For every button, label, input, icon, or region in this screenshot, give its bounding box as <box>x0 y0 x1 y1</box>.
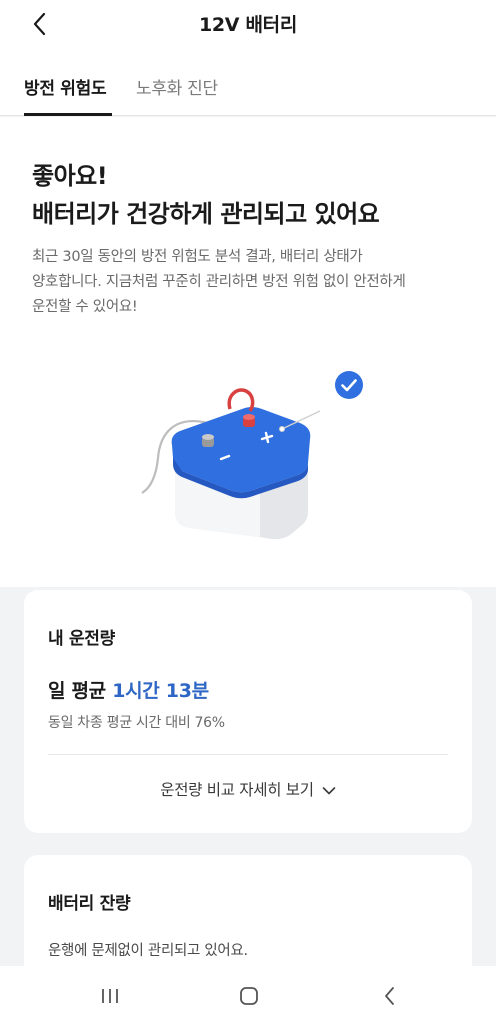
system-navigation-bar <box>0 966 496 1024</box>
result-description: 최근 30일 동안의 방전 위험도 분석 결과, 배터리 상태가 양호합니다. … <box>32 245 472 320</box>
top-bar: 12V 배터리 <box>0 0 496 48</box>
battery-card-title: 배터리 잔량 <box>48 894 131 914</box>
tab-aging-diagnosis[interactable]: 노후화 진단 <box>136 74 218 99</box>
check-circle-icon <box>335 371 363 399</box>
daily-average: 일 평균 1시간 13분 <box>48 676 209 703</box>
driving-amount-card: 내 운전량 일 평균 1시간 13분 동일 차종 평균 시간 대비 76% 운전… <box>24 590 472 833</box>
headline-line-1: 좋아요! <box>32 162 108 190</box>
chevron-down-icon <box>322 786 336 794</box>
card-divider <box>48 754 448 755</box>
recent-apps-icon <box>102 989 118 1003</box>
description-line-1: 최근 30일 동안의 방전 위험도 분석 결과, 배터리 상태가 <box>32 249 363 265</box>
driving-comparison-detail-button[interactable]: 운전량 비교 자세히 보기 <box>24 778 472 800</box>
tab-bar: 방전 위험도 노후화 진단 <box>0 48 496 116</box>
result-headline: 좋아요! 배터리가 건강하게 관리되고 있어요 <box>32 157 380 233</box>
result-section: 좋아요! 배터리가 건강하게 관리되고 있어요 최근 30일 동안의 방전 위험… <box>0 117 496 587</box>
home-button[interactable] <box>229 982 269 1010</box>
system-back-button[interactable] <box>369 982 409 1010</box>
description-line-3: 운전할 수 있어요! <box>32 299 138 315</box>
home-icon <box>240 987 258 1005</box>
average-comparison: 동일 차종 평균 시간 대비 76% <box>48 715 225 731</box>
battery-status-text: 운행에 문제없이 관리되고 있어요. <box>48 943 248 959</box>
page-title: 12V 배터리 <box>198 14 298 36</box>
daily-average-value: 1시간 13분 <box>112 680 209 702</box>
detail-button-label: 운전량 비교 자세히 보기 <box>160 781 314 799</box>
tab-discharge-risk[interactable]: 방전 위험도 <box>24 74 107 99</box>
active-tab-indicator <box>24 113 112 116</box>
back-arrow-icon <box>385 987 394 1005</box>
driving-card-title: 내 운전량 <box>48 629 115 649</box>
recent-apps-button[interactable] <box>90 982 130 1010</box>
description-line-2: 양호합니다. 지금처럼 꾸준히 관리하면 방전 위험 없이 안전하게 <box>32 274 406 290</box>
headline-line-2: 배터리가 건강하게 관리되고 있어요 <box>32 200 380 228</box>
daily-average-label: 일 평균 <box>48 680 106 702</box>
